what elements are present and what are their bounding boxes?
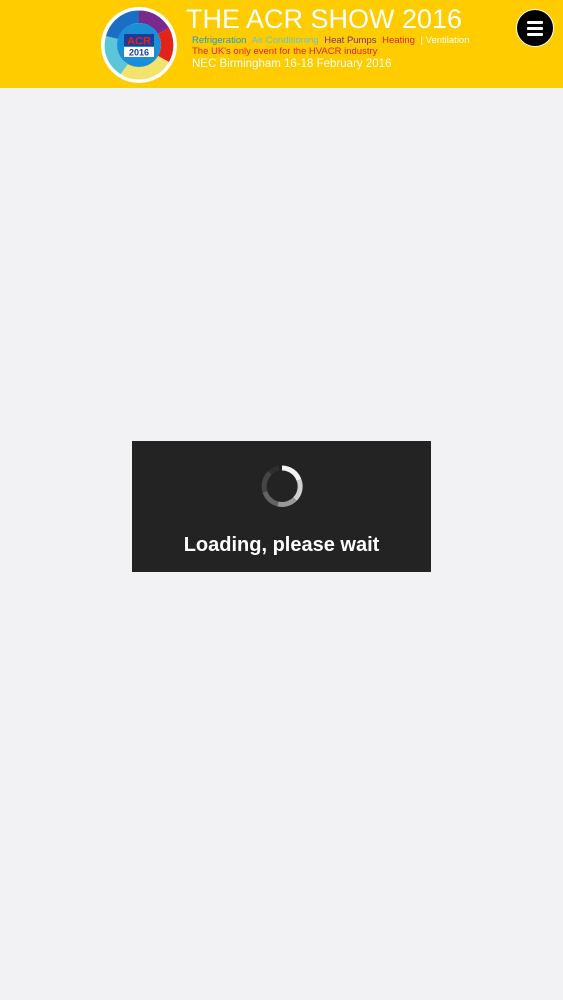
tagline: The UK's only event for the HVACR indust…	[192, 46, 378, 57]
topic-refrigeration: Refrigeration	[192, 35, 247, 46]
topic-heating: Heating	[382, 35, 415, 46]
loading-message: Loading, please wait	[183, 534, 380, 556]
topic-ventilation: | Ventilation	[420, 35, 470, 46]
topic-heat-pumps: Heat Pumps	[324, 35, 377, 46]
topic-air-conditioning: Air Conditioning	[251, 35, 319, 46]
logo-year: 2016	[129, 48, 149, 58]
loading-overlay: Loading, please wait	[132, 441, 431, 572]
page-title: THE ACR SHOW 2016	[186, 4, 463, 34]
logo-text: ACR	[127, 36, 151, 48]
topic-list: Refrigeration Air Conditioning Heat Pump…	[192, 35, 473, 46]
spinner-icon	[259, 463, 305, 509]
menu-button[interactable]	[516, 9, 554, 47]
venue-dates: NEC Birmingham 16-18 February 2016	[192, 58, 392, 70]
site-header: ACR 2016 THE ACR SHOW 2016 Refrigeration…	[0, 0, 563, 88]
acr-show-logo[interactable]: ACR 2016	[100, 6, 178, 84]
